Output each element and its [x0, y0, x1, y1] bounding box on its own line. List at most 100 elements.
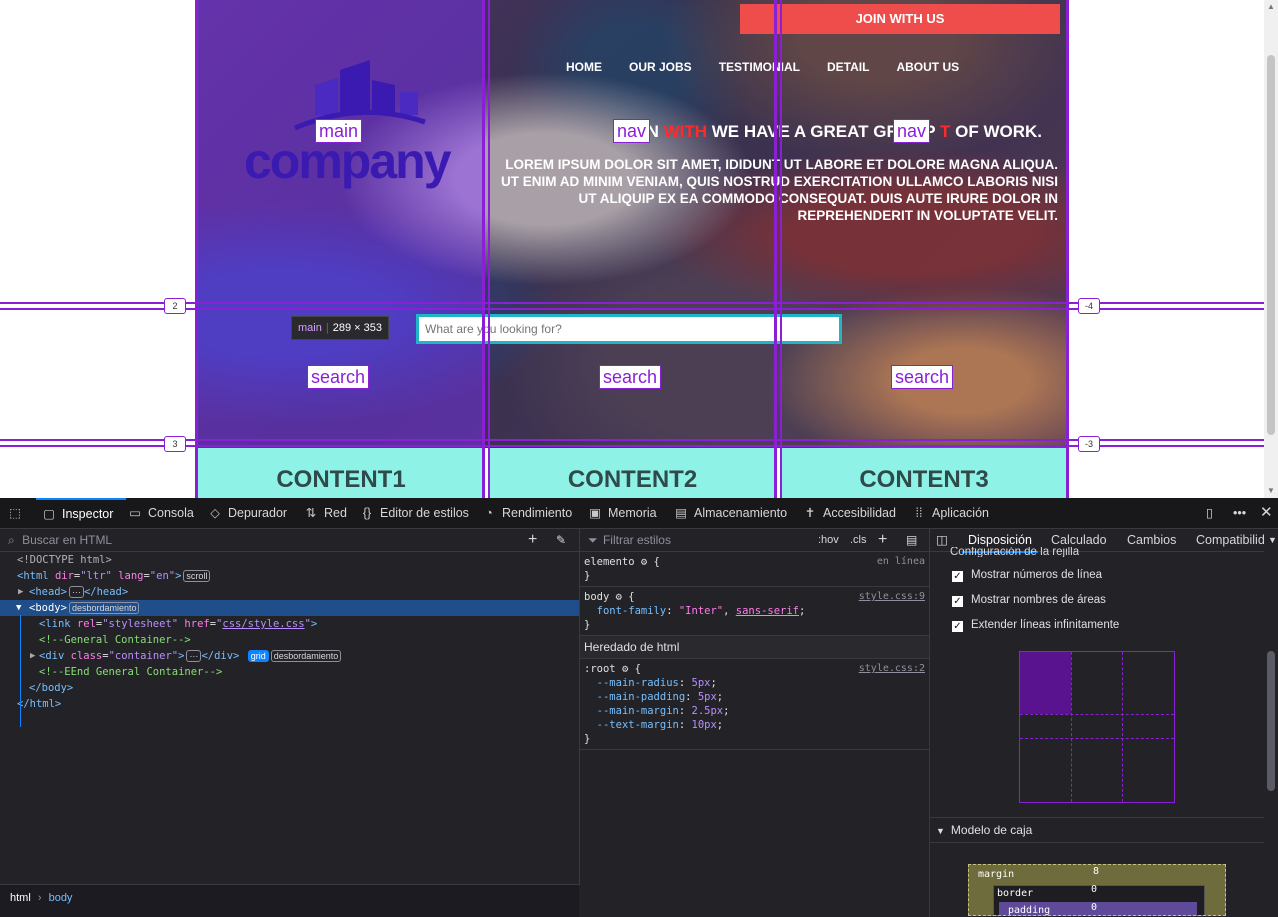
tab-changes[interactable]: Cambios: [1127, 529, 1176, 551]
add-node-icon[interactable]: +: [528, 529, 537, 551]
ellipsis-badge[interactable]: ···: [68, 586, 84, 598]
chevron-down-icon[interactable]: ▼: [1268, 529, 1277, 551]
overflow-badge[interactable]: desbordamiento: [270, 650, 342, 662]
grid-line-number: -3: [1078, 436, 1100, 452]
hov-toggle[interactable]: :hov: [818, 529, 839, 551]
nav-testimonial[interactable]: TESTIMONIAL: [719, 60, 800, 74]
css-value[interactable]: 5px: [692, 677, 711, 689]
tree-row-comment[interactable]: <!--General Container-->: [0, 632, 579, 648]
scroll-down-icon[interactable]: ▼: [1266, 486, 1276, 496]
cls-toggle[interactable]: .cls: [850, 529, 867, 551]
tree-row-comment[interactable]: <!--EEnd General Container-->: [0, 664, 579, 680]
pick-element-icon[interactable]: ⬚: [8, 498, 28, 528]
rule-source[interactable]: style.css:2: [859, 662, 925, 676]
add-rule-icon[interactable]: +: [878, 529, 887, 551]
layout-scrollbar[interactable]: [1264, 551, 1278, 917]
content-3: CONTENT3: [782, 448, 1066, 498]
grid-preview-cell[interactable]: [1020, 652, 1071, 714]
close-icon[interactable]: ✕: [1260, 498, 1273, 528]
tree-row-body[interactable]: ▼ <body> desbordamiento: [0, 600, 579, 616]
css-variable[interactable]: --main-padding: [597, 691, 686, 703]
show-line-numbers-checkbox[interactable]: ✓ Mostrar números de línea: [952, 569, 1102, 582]
collapse-icon: ▼: [936, 826, 945, 836]
expand-icon[interactable]: ▶: [30, 648, 35, 664]
box-model: margin 8 border 0 padding 0: [968, 864, 1226, 916]
css-value[interactable]: 2.5px: [692, 705, 724, 717]
tab-style-editor[interactable]: {} Editor de estilos: [360, 498, 469, 528]
checkbox-label: Mostrar nombres de áreas: [971, 594, 1106, 606]
extend-lines-checkbox[interactable]: ✓ Extender líneas infinitamente: [952, 619, 1119, 632]
collapse-icon[interactable]: ▼: [16, 600, 21, 616]
tree-row-div[interactable]: ▶ <div class="container"> ··· </div> grid de…: [0, 648, 579, 664]
chevron-right-icon: ›: [37, 892, 42, 904]
html-search[interactable]: ⌕ Buscar en HTML + ✎: [0, 529, 579, 552]
inspector-icon: ▢: [43, 507, 55, 521]
tab-debugger[interactable]: ◇ Depurador: [208, 498, 287, 528]
expand-icon[interactable]: ▶: [18, 584, 23, 600]
rule-source[interactable]: style.css:9: [859, 590, 925, 604]
show-area-names-checkbox[interactable]: ✓ Mostrar nombres de áreas: [952, 594, 1106, 607]
print-icon[interactable]: ▤: [906, 529, 917, 551]
scroll-thumb[interactable]: [1267, 55, 1275, 435]
breadcrumb-html[interactable]: html: [10, 892, 31, 904]
tab-compatibility[interactable]: Compatibilid: [1196, 529, 1265, 551]
grid-line: [1066, 0, 1069, 498]
css-value[interactable]: "Inter": [679, 605, 723, 617]
tab-performance[interactable]: ◔ Rendimiento: [482, 498, 572, 528]
bm-border-value[interactable]: 0: [1091, 884, 1097, 895]
tab-console[interactable]: ▭ Consola: [128, 498, 194, 528]
css-variable[interactable]: --text-margin: [597, 719, 679, 731]
bm-padding-value[interactable]: 0: [1091, 902, 1097, 913]
join-button[interactable]: JOIN WITH US: [740, 4, 1060, 34]
tab-application[interactable]: ⁞⁞ Aplicación: [912, 498, 989, 528]
ellipsis-badge[interactable]: ···: [186, 650, 202, 662]
css-variable[interactable]: --main-radius: [597, 677, 679, 689]
tab-memory[interactable]: ▣ Memoria: [588, 498, 657, 528]
stylesheet-link[interactable]: css/style.css: [222, 618, 304, 630]
css-property[interactable]: font-family: [597, 605, 667, 617]
css-value[interactable]: 5px: [698, 691, 717, 703]
tree-row-head[interactable]: ▶ <head> ··· </head>: [0, 584, 579, 600]
box-model-heading[interactable]: ▼ Modelo de caja: [930, 817, 1272, 843]
css-value[interactable]: 10px: [692, 719, 717, 731]
sidebar-toggle-icon[interactable]: ◫: [936, 529, 948, 551]
rule-selector: :root: [584, 663, 616, 675]
tree-row-link[interactable]: <link rel="stylesheet" href="css/style.c…: [0, 616, 579, 632]
eyedropper-icon[interactable]: ✎: [556, 529, 566, 551]
gear-icon[interactable]: ⚙: [616, 591, 622, 603]
search-input[interactable]: [416, 314, 842, 344]
page-scrollbar[interactable]: ▲ ▼: [1264, 0, 1278, 498]
headline-highlight-2: T: [940, 122, 951, 141]
scroll-up-icon[interactable]: ▲: [1266, 2, 1276, 12]
gear-icon[interactable]: ⚙: [622, 663, 628, 675]
nav-our-jobs[interactable]: OUR JOBS: [629, 60, 692, 74]
nav-home[interactable]: HOME: [566, 60, 602, 74]
tree-row-body-close[interactable]: </body>: [0, 680, 579, 696]
tree-row-html[interactable]: <html dir="ltr" lang="en"> scroll: [0, 568, 579, 584]
tree-row-html-close[interactable]: </html>: [0, 696, 579, 712]
tab-network[interactable]: ⇅ Red: [304, 498, 347, 528]
tab-storage[interactable]: ▤ Almacenamiento: [674, 498, 787, 528]
more-options-icon[interactable]: •••: [1233, 498, 1246, 528]
overflow-badge[interactable]: desbordamiento: [68, 602, 140, 614]
bm-margin-value[interactable]: 8: [1093, 866, 1099, 877]
scroll-badge[interactable]: scroll: [183, 570, 211, 582]
dock-icon[interactable]: ▯: [1206, 498, 1213, 528]
nav-detail[interactable]: DETAIL: [827, 60, 869, 74]
css-variable[interactable]: --main-margin: [597, 705, 679, 717]
devtools-toolbar: ⬚ ▢ Inspector ▭ Consola ◇ Depurador ⇅ Red {}…: [0, 498, 1278, 529]
grid-line: [0, 308, 1264, 310]
nav-about-us[interactable]: ABOUT US: [896, 60, 959, 74]
styles-filter[interactable]: ⏷ Filtrar estilos :hov .cls + ▤: [580, 529, 929, 552]
tab-inspector[interactable]: ▢ Inspector: [36, 498, 126, 530]
breadcrumb-body[interactable]: body: [49, 892, 73, 904]
grid-line-number: 2: [164, 298, 186, 314]
scroll-thumb[interactable]: [1267, 651, 1275, 791]
grid-preview[interactable]: [1019, 651, 1175, 803]
tree-row-doctype[interactable]: <!DOCTYPE html>: [0, 552, 579, 568]
tab-accessibility[interactable]: ✝ Accesibilidad: [803, 498, 896, 528]
content-1: CONTENT1: [198, 448, 484, 498]
grid-badge[interactable]: grid: [247, 650, 269, 662]
css-value[interactable]: sans-serif: [736, 605, 799, 617]
gear-icon[interactable]: ⚙: [641, 556, 647, 568]
